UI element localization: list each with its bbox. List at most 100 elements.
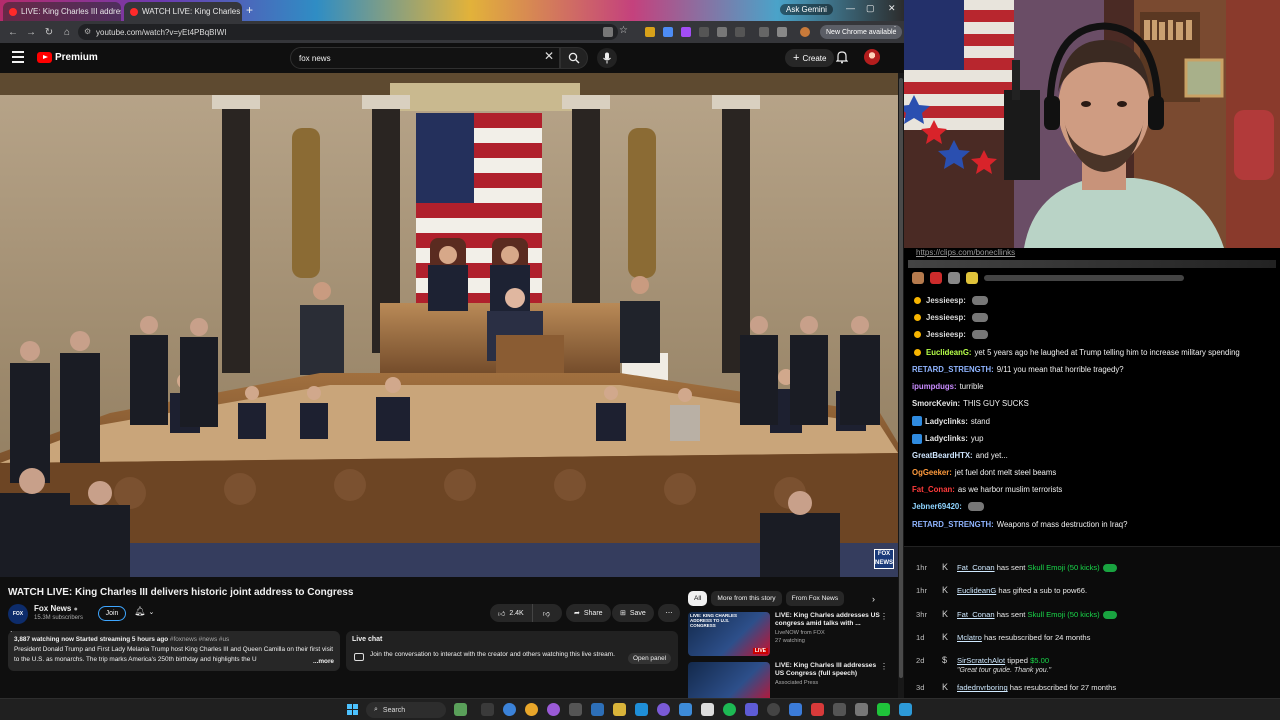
related-video-2-thumbnail[interactable]: [688, 662, 770, 698]
app-icon[interactable]: [635, 703, 648, 716]
edge-icon[interactable]: [503, 703, 516, 716]
chat-username[interactable]: Jessieesp:: [926, 330, 966, 339]
home-icon[interactable]: ⌂: [58, 27, 76, 38]
event-username[interactable]: fadednvrboring: [957, 683, 1008, 692]
spotify-icon[interactable]: [723, 703, 736, 716]
more-vertical-icon[interactable]: ⋮: [880, 662, 888, 671]
chat-username[interactable]: Jebner69420:: [912, 502, 962, 511]
notifications-bell-icon[interactable]: [836, 50, 848, 64]
app-icon[interactable]: [855, 703, 868, 716]
cast-icon[interactable]: [603, 27, 613, 37]
voice-search-button[interactable]: [597, 48, 617, 68]
file-explorer-icon[interactable]: [613, 703, 626, 716]
related-video-1-title[interactable]: LIVE: King Charles addresses US congress…: [775, 612, 885, 628]
chat-username[interactable]: Jessieesp:: [926, 313, 966, 322]
chat-username[interactable]: EuclideanG:: [926, 348, 972, 357]
app-icon[interactable]: [811, 703, 824, 716]
maximize-icon[interactable]: ▢: [866, 3, 875, 14]
task-view-icon[interactable]: [481, 703, 494, 716]
chat-username[interactable]: Ladyclinks:: [925, 434, 968, 443]
chat-username[interactable]: Fat_Conan:: [912, 485, 955, 494]
account-avatar[interactable]: [864, 49, 880, 65]
event-username[interactable]: SirScratchAlot: [957, 656, 1005, 665]
event-username[interactable]: Fat_Conan: [957, 610, 995, 619]
description-more-link[interactable]: ...more: [309, 657, 334, 667]
related-video-2-channel[interactable]: Associated Press: [775, 680, 818, 686]
related-video-1-thumbnail[interactable]: LIVE: KING CHARLES ADDRESS TO U.S. CONGR…: [688, 612, 770, 656]
related-video-1[interactable]: LIVE: KING CHARLES ADDRESS TO U.S. CONGR…: [688, 612, 896, 656]
chat-username[interactable]: RETARD_STRENGTH:: [912, 365, 994, 374]
chat-username[interactable]: OgGeeker:: [912, 468, 952, 477]
windows-start-icon[interactable]: [347, 704, 359, 716]
chat-pinned-link[interactable]: https://clips.com/bonecllinks: [916, 248, 1015, 257]
video-player[interactable]: FOX NEWS: [0, 73, 898, 577]
browser-tab-1[interactable]: LIVE: King Charles III addresses ✕: [3, 2, 121, 21]
subscription-bell-dropdown[interactable]: 🔔︎ ⌄: [134, 606, 154, 621]
extension-4-icon[interactable]: [699, 27, 709, 37]
url-input[interactable]: ⚙ youtube.com/watch?v=yEt4PBqBIWI: [78, 24, 618, 40]
chip-from-fox-news[interactable]: From Fox News: [785, 591, 845, 606]
chat-username[interactable]: Ladyclinks:: [925, 417, 968, 426]
description-tags[interactable]: #foxnews #news #us: [170, 636, 229, 643]
app-icon[interactable]: [767, 703, 780, 716]
youtube-premium-logo[interactable]: Premium: [37, 52, 98, 63]
profile-avatar-icon[interactable]: [800, 27, 810, 37]
event-username[interactable]: EuclideanG: [957, 586, 996, 595]
ask-gemini-button[interactable]: Ask Gemini: [780, 4, 833, 15]
app-icon[interactable]: [569, 703, 582, 716]
channel-name[interactable]: Fox News ●: [34, 604, 78, 613]
extension-2-icon[interactable]: [663, 27, 673, 37]
back-arrow-icon[interactable]: ←: [4, 27, 22, 38]
page-scrollbar-thumb[interactable]: [899, 78, 903, 678]
channel-avatar[interactable]: FOX NEWS: [8, 604, 28, 637]
chat-username[interactable]: Jessieesp:: [926, 296, 966, 305]
app-icon[interactable]: [899, 703, 912, 716]
app-icon[interactable]: [591, 703, 604, 716]
app-icon[interactable]: [877, 703, 890, 716]
related-video-2-title[interactable]: LIVE: King Charles III addresses US Cong…: [775, 662, 885, 678]
app-icon[interactable]: [701, 703, 714, 716]
close-window-icon[interactable]: ✕: [888, 3, 896, 14]
search-button[interactable]: [560, 47, 588, 69]
open-panel-button[interactable]: Open panel: [628, 653, 672, 664]
extension-3-icon[interactable]: [681, 27, 691, 37]
extensions-puzzle-icon[interactable]: [735, 27, 745, 37]
app-icon[interactable]: [679, 703, 692, 716]
join-button[interactable]: Join: [98, 606, 126, 621]
extension-5-icon[interactable]: [717, 27, 727, 37]
chat-username[interactable]: SmorcKevin:: [912, 399, 960, 408]
hamburger-menu-icon[interactable]: [12, 51, 24, 63]
browser-tab-2[interactable]: WATCH LIVE: King Charles ✕: [124, 2, 242, 21]
close-tab-2-icon[interactable]: ✕: [240, 6, 242, 17]
chat-username[interactable]: RETARD_STRENGTH:: [912, 520, 994, 529]
widgets-icon[interactable]: [454, 703, 467, 716]
related-video-2[interactable]: LIVE: King Charles III addresses US Cong…: [688, 662, 896, 698]
forward-arrow-icon[interactable]: →: [22, 27, 40, 38]
site-info-icon[interactable]: ⚙: [84, 27, 91, 36]
chat-username[interactable]: GreatBeardHTX:: [912, 451, 973, 460]
dislike-button[interactable]: 👎︎: [537, 609, 556, 618]
taskbar-search-box[interactable]: ⌕ Search: [366, 702, 446, 718]
chip-all[interactable]: All: [688, 591, 708, 606]
app-icon[interactable]: [833, 703, 846, 716]
chevron-right-icon[interactable]: ›: [872, 594, 875, 604]
chrome-icon[interactable]: [525, 703, 538, 716]
download-icon[interactable]: [777, 27, 787, 37]
share-button[interactable]: ➦ Share: [566, 604, 611, 622]
like-button[interactable]: 👍︎ 2.4K: [490, 604, 533, 622]
event-username[interactable]: Mclatro: [957, 633, 982, 642]
minimize-icon[interactable]: —: [846, 3, 855, 13]
related-video-1-channel[interactable]: LiveNOW from FOX: [775, 630, 825, 636]
app-icon[interactable]: [657, 703, 670, 716]
video-description[interactable]: 3,887 watching now Started streaming 5 h…: [8, 631, 340, 671]
event-username[interactable]: Fat_Conan: [957, 563, 995, 572]
chip-more-from-this-story[interactable]: More from this story: [711, 591, 782, 606]
more-vertical-icon[interactable]: ⋮: [880, 612, 888, 621]
sidebar-icon[interactable]: [759, 27, 769, 37]
search-input[interactable]: fox news: [290, 47, 560, 69]
browser-menu-icon[interactable]: ⋮: [890, 25, 900, 36]
app-icon[interactable]: [789, 703, 802, 716]
app-icon[interactable]: [547, 703, 560, 716]
new-tab-plus-icon[interactable]: +: [246, 3, 253, 17]
create-button[interactable]: + Create: [785, 49, 835, 67]
